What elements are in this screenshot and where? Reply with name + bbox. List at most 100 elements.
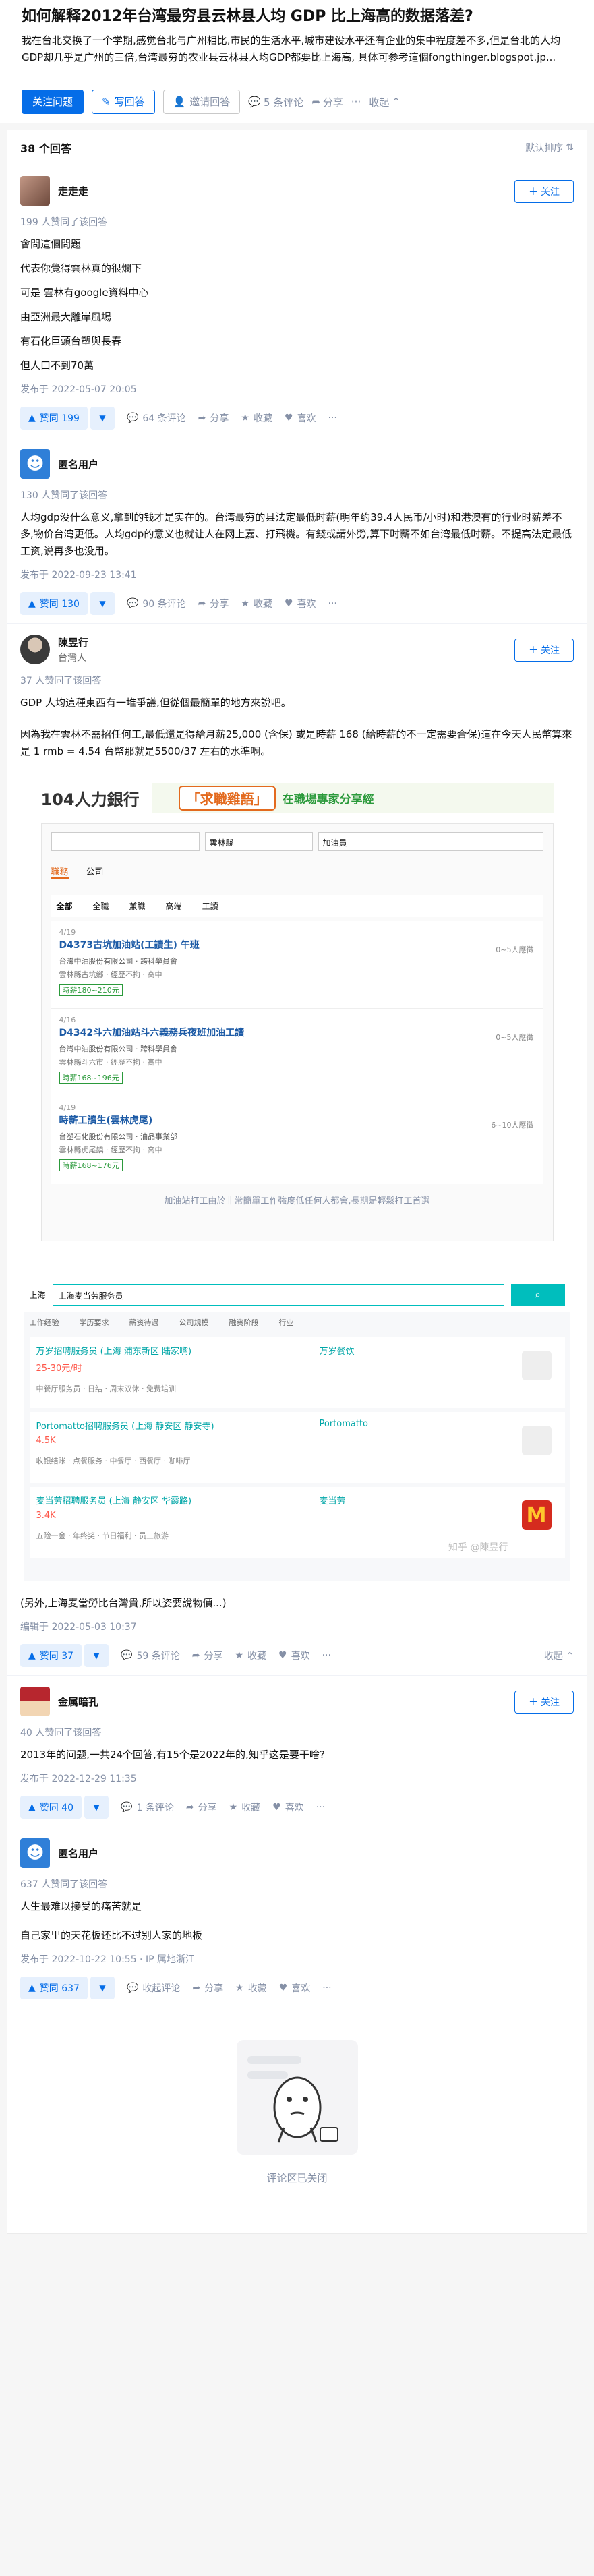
downvote-button[interactable]: ▼: [90, 592, 115, 615]
company-logo: [521, 1426, 552, 1455]
like-button[interactable]: ♥ 喜欢: [278, 1649, 310, 1662]
answer-author: 金属暗孔: [20, 1687, 574, 1716]
avatar[interactable]: [20, 176, 50, 206]
upvote-button[interactable]: ▲ 赞同 199: [20, 407, 88, 430]
more-button[interactable]: ···: [322, 1650, 331, 1661]
follow-author-button[interactable]: ＋关注: [514, 180, 574, 203]
104-search-row: 雲林縣 加油員: [51, 832, 543, 851]
job-item[interactable]: 万岁招聘服务员 (上海 浦东新区 陆家嘴) 25-30元/时 中餐厅服务员 · …: [29, 1337, 565, 1408]
question-share-button[interactable]: ➦ 分享: [311, 95, 343, 109]
favorite-button[interactable]: ★ 收藏: [235, 1981, 267, 1995]
favorite-button[interactable]: ★ 收藏: [241, 597, 272, 610]
pen-icon: ✎: [102, 96, 111, 108]
comment-button[interactable]: 💬 90 条评论: [127, 597, 186, 610]
comment-icon: 💬: [121, 1650, 133, 1661]
comment-button[interactable]: 💬 1 条评论: [121, 1801, 174, 1814]
104-logo: 104人力銀行: [40, 790, 140, 809]
more-button[interactable]: ···: [316, 1802, 325, 1813]
downvote-button[interactable]: ▼: [84, 1796, 109, 1819]
104-job-list: 4/19 D4373古坑加油站(工讀生) 午班 台灣中油股份有限公司 · 跨科學…: [51, 921, 543, 1184]
publish-time: 编辑于 2022-05-03 10:37: [20, 1622, 137, 1633]
answer-paragraph: GDP 人均這種東西有一堆爭議,但從個最簡單的地方來說吧。: [20, 697, 291, 709]
author-name[interactable]: 陳昱行: [58, 635, 88, 649]
avatar[interactable]: [20, 1687, 50, 1716]
job-item[interactable]: 麦当劳招聘服务员 (上海 静安区 华霞路) 3.4K 五险一金 · 年终奖 · …: [29, 1487, 565, 1558]
more-button[interactable]: ···: [322, 1983, 331, 1993]
104-header: 104人力銀行 「求職雞語」 在職場專家分享經: [41, 779, 554, 817]
more-button[interactable]: ···: [328, 413, 337, 423]
share-icon: ➦: [198, 413, 206, 423]
like-button[interactable]: ♥ 喜欢: [272, 1801, 304, 1814]
avatar[interactable]: [20, 635, 50, 664]
comment-button[interactable]: 💬 59 条评论: [121, 1649, 180, 1662]
publish-time: 发布于 2022-09-23 13:41: [20, 570, 137, 581]
answer-paragraph: 有石化巨頭台塑與長春: [20, 335, 122, 347]
author-name: 匿名用户: [58, 458, 99, 471]
like-button[interactable]: ♥ 喜欢: [279, 1981, 311, 1995]
answers-list: 38 个回答 默认排序 ⇅ 走走走 ＋关注 199 人赞同了该回答 會問這個問題 …: [7, 130, 587, 2234]
sort-select[interactable]: 默认排序 ⇅: [525, 141, 574, 154]
upvote-button[interactable]: ▲ 赞同 637: [20, 1977, 88, 1999]
104-filters: 全部 全職 兼職 高端 工讀: [51, 895, 543, 917]
more-button[interactable]: ···: [328, 598, 337, 609]
question-comments-button[interactable]: 💬 5 条评论: [248, 95, 303, 109]
question-more-button[interactable]: ···: [351, 96, 361, 108]
plus-icon: ＋: [529, 187, 538, 198]
share-button[interactable]: ➦ 分享: [198, 411, 229, 425]
comment-button[interactable]: 💬 收起评论: [127, 1981, 180, 1995]
favorite-button[interactable]: ★ 收藏: [241, 411, 272, 425]
person-add-icon: 👤: [173, 96, 186, 108]
downvote-button[interactable]: ▼: [84, 1644, 109, 1667]
watermark: 知乎 @陳昱行: [448, 1542, 508, 1553]
104-search-panel: 雲林縣 加油員 職務 公司 全部 全職 兼職 高端 工讀 4/19 D4373古…: [40, 823, 554, 1241]
job-item[interactable]: 4/16 D4342斗六加油站斗六義務兵夜班加油工讀 台灣中油股份有限公司 · …: [51, 1009, 543, 1096]
share-button[interactable]: ➦ 分享: [192, 1981, 223, 1995]
like-button[interactable]: ♥ 喜欢: [285, 597, 316, 610]
answer-paragraph: 代表你覺得雲林真的很爛下: [20, 262, 142, 274]
answer-action-bar: ▲ 赞同 199 ▼ 💬 64 条评论 ➦ 分享 ★ 收藏 ♥ 喜欢 ···: [20, 407, 574, 430]
downvote-button[interactable]: ▼: [90, 1977, 115, 1999]
answer-action-bar: ▲ 赞同 37 ▼ 💬 59 条评论 ➦ 分享 ★ 收藏 ♥ 喜欢 ··· 收起 ⌃: [20, 1644, 574, 1667]
like-button[interactable]: ♥ 喜欢: [285, 411, 316, 425]
job-item[interactable]: 4/19 時薪工讀生(雲林虎尾) 台塑石化股份有限公司 · 油品事業部 雲林縣虎…: [51, 1096, 543, 1184]
follow-author-button[interactable]: ＋关注: [514, 639, 574, 662]
share-button[interactable]: ➦ 分享: [192, 1649, 223, 1662]
share-button[interactable]: ➦ 分享: [186, 1801, 217, 1814]
write-answer-button[interactable]: ✎ 写回答: [92, 90, 155, 114]
question-description[interactable]: 我在台北交换了一个学期,感觉台北与广州相比,市民的生活水平,城市建设水平还有企业…: [22, 32, 578, 83]
answer-author: 陳昱行 台灣人: [20, 635, 574, 664]
favorite-button[interactable]: ★ 收藏: [229, 1801, 261, 1814]
heart-icon: ♥: [278, 1650, 287, 1661]
share-icon: ➦: [198, 598, 206, 609]
author-name[interactable]: 金属暗孔: [58, 1695, 98, 1709]
comment-icon: 💬: [126, 413, 139, 423]
job-site-screenshot-104[interactable]: 104人力銀行 「求職雞語」 在職場專家分享經 雲林縣 加油員 職務 公司 全部: [40, 779, 554, 1251]
search-icon[interactable]: ⌕: [510, 1284, 565, 1306]
star-icon: ★: [235, 1983, 244, 1993]
favorite-button[interactable]: ★ 收藏: [235, 1649, 266, 1662]
comment-button[interactable]: 💬 64 条评论: [127, 411, 186, 425]
downvote-button[interactable]: ▼: [90, 407, 115, 430]
triangle-down-icon: ▼: [93, 1803, 100, 1812]
upvote-button[interactable]: ▲ 赞同 37: [20, 1644, 82, 1667]
share-icon: ➦: [192, 1983, 201, 1993]
share-icon: ➦: [191, 1650, 200, 1661]
fold-answer-button[interactable]: 收起 ⌃: [544, 1649, 574, 1662]
shanghai-filters: 工作经验 学历要求 薪资待遇 公司规模 融资阶段 行业: [29, 1318, 294, 1327]
question-fold-button[interactable]: 收起 ⌃: [369, 95, 400, 109]
upvote-button[interactable]: ▲ 赞同 130: [20, 592, 88, 615]
upvote-button[interactable]: ▲ 赞同 40: [20, 1796, 82, 1819]
job-site-screenshot-shanghai[interactable]: 上海 上海麦当劳服务员 ⌕ 工作经验 学历要求 薪资待遇 公司规模 融资阶段 行…: [24, 1278, 570, 1581]
invite-answer-button[interactable]: 👤 邀请回答: [162, 90, 241, 114]
triangle-down-icon: ▼: [99, 1983, 106, 1993]
answer-content: 會問這個問題 代表你覺得雲林真的很爛下 可是 雲林有google資料中心 由亞洲…: [20, 236, 574, 374]
follow-question-button[interactable]: 关注问题: [22, 90, 84, 114]
follow-author-button[interactable]: ＋关注: [514, 1691, 574, 1714]
author-name[interactable]: 走走走: [58, 184, 88, 198]
author-headline: 台灣人: [58, 652, 86, 664]
heart-icon: ♥: [284, 598, 293, 609]
answer-paragraph: 自己家里的天花板还比不过别人家的地板: [20, 1929, 203, 1941]
share-button[interactable]: ➦ 分享: [198, 597, 229, 610]
job-item[interactable]: Portomatto招聘服务员 (上海 静安区 静安寺) 4.5K 收银结账 ·…: [29, 1412, 565, 1483]
job-item[interactable]: 4/19 D4373古坑加油站(工讀生) 午班 台灣中油股份有限公司 · 跨科學…: [51, 921, 543, 1009]
